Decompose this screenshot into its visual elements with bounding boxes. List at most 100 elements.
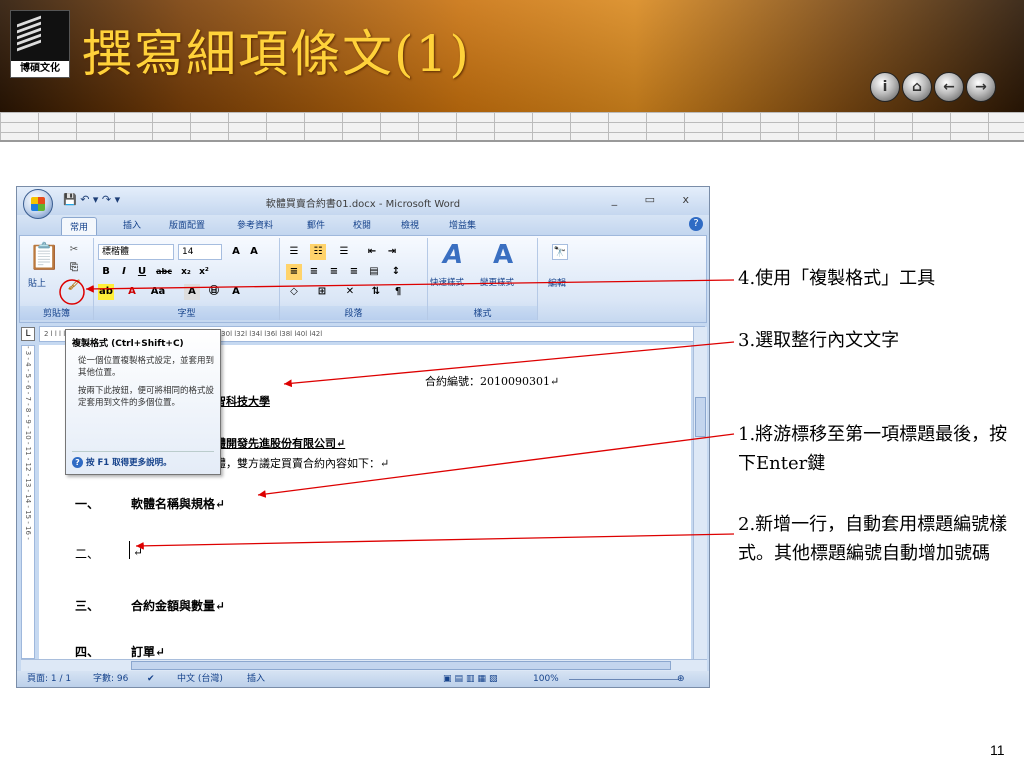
increase-indent-icon[interactable]: ⇥ xyxy=(384,244,400,260)
logo-lines-icon xyxy=(17,15,41,57)
item-1-number: 一、 xyxy=(75,497,100,511)
slide-title: 撰寫細項條文(1) xyxy=(82,25,471,83)
vertical-ruler[interactable]: - 3 - 4 - 5 - 6 - 7 - 8 - 9 - 10 - 11 - … xyxy=(21,345,35,659)
proofing-icon[interactable]: ✔ xyxy=(147,671,155,687)
align-right-icon[interactable]: ≡ xyxy=(326,264,342,280)
view-buttons[interactable]: ▣▤▥▦▧ xyxy=(443,671,501,687)
forward-button[interactable]: → xyxy=(966,72,996,102)
superscript-icon[interactable]: x² xyxy=(196,264,212,280)
tooltip-title: 複製格式 (Ctrl+Shift+C) xyxy=(72,339,184,349)
underline-icon[interactable]: U xyxy=(134,264,150,280)
tab-view[interactable]: 檢視 xyxy=(401,218,419,231)
subscript-icon[interactable]: x₂ xyxy=(178,264,194,280)
status-words[interactable]: 字數: 96 xyxy=(93,671,128,687)
paste-label[interactable]: 貼上 xyxy=(28,276,46,289)
window-title: 軟體買賣合約書01.docx - Microsoft Word xyxy=(265,199,461,210)
horizontal-scroll-thumb[interactable] xyxy=(131,661,671,670)
clipboard-group: 📋 貼上 ✂ ⎘ 🖌 剪貼簿 xyxy=(20,238,94,320)
format-painter-icon[interactable]: 🖌 xyxy=(66,278,82,294)
horizontal-scrollbar[interactable] xyxy=(21,659,707,671)
enclose-char-icon[interactable]: ㊐ xyxy=(206,284,222,300)
tooltip-text-2: 按兩下此按鈕，便可將相同的格式設定套用到文件的多個位置。 xyxy=(78,386,215,408)
change-styles-label[interactable]: 變更樣式 xyxy=(480,276,514,288)
cut-icon[interactable]: ✂ xyxy=(66,242,82,258)
item-1-text: 軟體名稱與規格↵ xyxy=(131,497,226,511)
bold-icon[interactable]: B xyxy=(98,264,114,280)
copy-icon[interactable]: ⎘ xyxy=(66,260,82,276)
tab-selector[interactable]: L xyxy=(21,327,35,341)
change-case-icon[interactable]: Aa xyxy=(150,284,166,300)
annotation-4: 4.使用「複製格式」工具 xyxy=(738,268,936,289)
font-size-up-icon[interactable]: A xyxy=(228,284,244,300)
shading-icon[interactable]: ◇ xyxy=(286,284,302,300)
vertical-scrollbar[interactable] xyxy=(693,327,707,659)
clear-format-icon[interactable]: A xyxy=(246,244,262,260)
status-zoom[interactable]: 100% xyxy=(533,671,559,687)
multilevel-icon[interactable]: ☰ xyxy=(336,244,352,260)
decrease-indent-icon[interactable]: ⇤ xyxy=(364,244,380,260)
align-center-icon[interactable]: ≡ xyxy=(306,264,322,280)
sort-icon[interactable]: ⇅ xyxy=(368,284,384,300)
window-controls[interactable]: _ ▭ x xyxy=(612,193,701,206)
paste-icon[interactable]: 📋 xyxy=(28,242,60,272)
status-language[interactable]: 中文 (台灣) xyxy=(177,671,223,687)
char-shading-icon[interactable]: A xyxy=(184,284,200,300)
line-spacing-icon[interactable]: ↕ xyxy=(388,264,404,280)
ribbon-tabs: 常用 插入 版面配置 參考資料 郵件 校閱 檢視 增益集 ? xyxy=(17,215,709,237)
tab-insert[interactable]: 插入 xyxy=(123,218,141,231)
format-painter-tooltip: 複製格式 (Ctrl+Shift+C) 從一個位置複製格式設定，並套用到其他位置… xyxy=(65,329,221,475)
annotation-2: 2.新增一行，自動套用標題編號樣式。其他標題編號自動增加號碼 xyxy=(738,514,1008,564)
editing-label[interactable]: 編輯 xyxy=(548,276,566,289)
styles-group: A A 快速樣式 變更樣式 樣式 xyxy=(428,238,538,320)
borders-icon[interactable]: ⊞ xyxy=(314,284,330,300)
quick-styles-icon[interactable]: A xyxy=(438,240,468,270)
paragraph-group-label: 段落 xyxy=(280,306,427,320)
item-2-number: 二、 xyxy=(75,547,100,561)
distribute-icon[interactable]: ▤ xyxy=(366,264,382,280)
font-size-box[interactable]: 14 xyxy=(178,244,222,260)
word-window: 💾 ↶ ▾ ↷ ▾ 軟體買賣合約書01.docx - Microsoft Wor… xyxy=(16,186,710,688)
tab-layout[interactable]: 版面配置 xyxy=(169,218,205,231)
justify-icon[interactable]: ≡ xyxy=(346,264,362,280)
numbering-icon[interactable]: ☷ xyxy=(310,244,326,260)
quick-styles-label[interactable]: 快速樣式 xyxy=(430,276,464,288)
tab-review[interactable]: 校閱 xyxy=(353,218,371,231)
tab-home[interactable]: 常用 xyxy=(61,217,98,237)
tab-addins[interactable]: 增益集 xyxy=(449,218,476,231)
status-insert-mode[interactable]: 插入 xyxy=(247,671,265,687)
font-name-box[interactable]: 標楷體 xyxy=(98,244,174,260)
tab-mailings[interactable]: 郵件 xyxy=(307,218,325,231)
info-button[interactable]: i xyxy=(870,72,900,102)
find-icon[interactable]: 🔭 xyxy=(552,244,568,260)
header-grid-strip xyxy=(0,112,1024,140)
font-color-icon[interactable]: A xyxy=(124,284,140,300)
tab-references[interactable]: 參考資料 xyxy=(237,218,273,231)
zoom-in-icon[interactable]: ⊕ xyxy=(677,671,685,687)
party-a-text: 智科技大學 xyxy=(215,395,270,408)
clipboard-group-label: 剪貼簿 xyxy=(20,306,93,320)
align-left-icon[interactable]: ≡ xyxy=(286,264,302,280)
ribbon: 📋 貼上 ✂ ⎘ 🖌 剪貼簿 標楷體 14 A A B I U abc x₂ x… xyxy=(19,235,707,323)
tooltip-help: ? 按 F1 取得更多說明。 xyxy=(72,451,214,468)
slide-nav: i ⌂ ← → xyxy=(870,72,996,102)
asian-layout-icon[interactable]: ✕ xyxy=(342,284,358,300)
home-button[interactable]: ⌂ xyxy=(902,72,932,102)
office-button[interactable] xyxy=(23,189,53,219)
help-icon[interactable]: ? xyxy=(689,217,703,231)
strike-icon[interactable]: abc xyxy=(156,264,172,280)
office-logo-icon xyxy=(31,197,45,211)
grow-font-icon[interactable]: A xyxy=(228,244,244,260)
back-button[interactable]: ← xyxy=(934,72,964,102)
zoom-slider[interactable] xyxy=(569,679,679,680)
change-styles-icon[interactable]: A xyxy=(488,240,518,270)
item-4-text: 訂單↵ xyxy=(131,645,166,659)
italic-icon[interactable]: I xyxy=(116,264,132,280)
party-b-text: 體開發先進股份有限公司↵ xyxy=(215,437,346,450)
highlight-icon[interactable]: ab xyxy=(98,284,114,300)
vertical-scroll-thumb[interactable] xyxy=(695,397,706,437)
title-bar: 💾 ↶ ▾ ↷ ▾ 軟體買賣合約書01.docx - Microsoft Wor… xyxy=(17,187,709,215)
show-marks-icon[interactable]: ¶ xyxy=(390,284,406,300)
bullets-icon[interactable]: ☰ xyxy=(286,244,302,260)
status-page[interactable]: 頁面: 1 / 1 xyxy=(27,671,71,687)
tooltip-help-icon: ? xyxy=(72,457,83,468)
